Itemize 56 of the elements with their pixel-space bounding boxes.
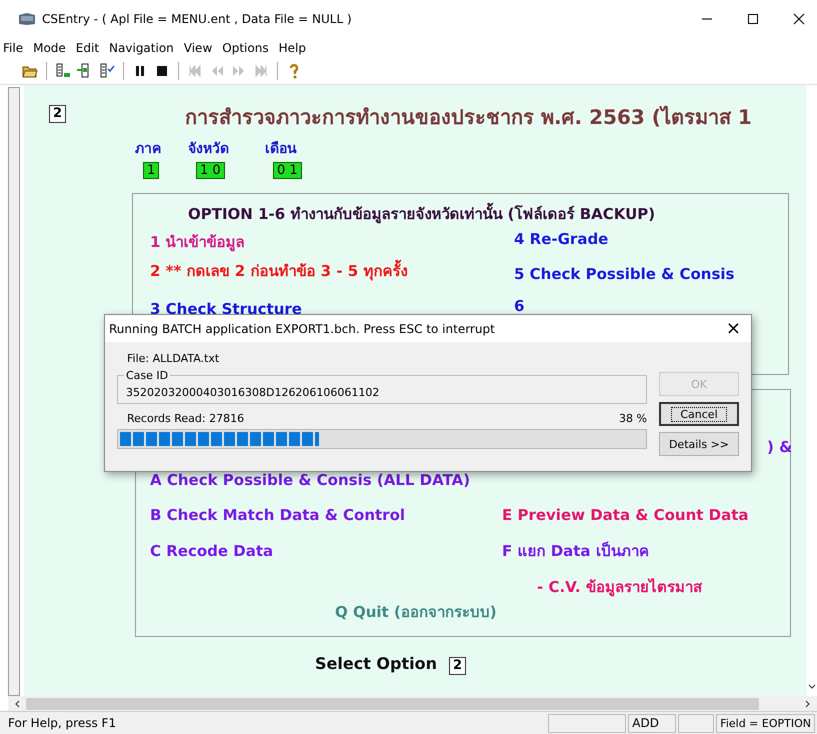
menu-item[interactable]: Mode	[33, 41, 66, 55]
menu-option: 3 Check Structure	[150, 300, 302, 318]
percent-text: 38 %	[619, 412, 647, 425]
menu-option: Q Quit (ออกจากระบบ)	[335, 600, 497, 624]
app-icon	[18, 12, 36, 26]
panel-heading: OPTION 1-6 ทำงานกับข้อมูลรายจังหวัดเท่านั้น (โฟล์เดอร์ BACKUP)	[188, 202, 656, 226]
menu-option: 4 Re-Grade	[514, 230, 608, 248]
input-field[interactable]: 1	[143, 162, 160, 179]
node-icon[interactable]	[55, 63, 71, 79]
menu-item[interactable]: Edit	[76, 41, 100, 55]
menu-option: 2 ** กดเลข 2 ก่อนทำข้อ 3 - 5 ทุกครั้ง	[150, 259, 408, 283]
field-label: Select Option	[315, 654, 437, 673]
menu-option: A Check Possible & Consis (ALL DATA)	[150, 471, 470, 489]
records-count: Records Read: 27816	[127, 412, 244, 425]
dialog-button[interactable]: Details >>	[659, 432, 739, 456]
close-icon[interactable]	[793, 13, 805, 25]
input-field[interactable]: 2	[449, 657, 466, 675]
menu-item[interactable]: View	[184, 41, 212, 55]
scroll-down-icon[interactable]	[808, 684, 816, 690]
stop-icon[interactable]	[154, 63, 170, 79]
menu-option: F แยก Data เป็นภาค	[502, 539, 649, 563]
menu-item[interactable]: Navigation	[109, 41, 174, 55]
menu-option: 6	[514, 297, 524, 315]
menu-option: - C.V. ข้อมูลรายไตรมาส	[537, 575, 702, 599]
status-panel: ADD	[628, 714, 676, 732]
menu-option: C Recode Data	[150, 542, 274, 560]
scrollbar[interactable]	[8, 696, 817, 711]
scroll-left-icon[interactable]	[14, 700, 20, 708]
status-text: For Help, press F1	[7, 716, 118, 730]
menu-option: ) &	[767, 438, 792, 456]
menu-option: E Preview Data & Count Data	[502, 506, 749, 524]
field-label: เดือน	[265, 140, 297, 159]
dialog-title: Running BATCH application EXPORT1.bch. Press ESC to interrupt	[109, 322, 495, 336]
window-title: CSEntry - ( Apl File = MENU.ent , Data File = NULL )	[42, 12, 353, 26]
file-label: File: ALLDATA.txt	[126, 352, 220, 365]
field-label: ภาค	[135, 140, 161, 159]
node-icon[interactable]	[99, 63, 115, 79]
scroll-right-icon[interactable]	[805, 700, 811, 708]
menu-option: 1 นำเข้าข้อมูล	[150, 230, 245, 254]
status-panel	[678, 714, 714, 732]
group-label: Case ID	[124, 369, 170, 382]
input-field[interactable]: 1 0	[196, 162, 225, 179]
menu-item[interactable]: File	[3, 41, 24, 55]
menu-option: B Check Match Data & Control	[150, 506, 406, 524]
maximize-icon[interactable]	[747, 13, 759, 25]
menu-item[interactable]: Options	[222, 41, 269, 55]
close-button[interactable]: ×	[720, 318, 747, 339]
menu-item[interactable]: Help	[278, 41, 306, 55]
menu-option: 5 Check Possible & Consis	[514, 265, 734, 283]
field-label: จังหวัด	[188, 140, 229, 159]
input-field[interactable]: 0 1	[273, 162, 302, 179]
input-field[interactable]: 2	[49, 105, 66, 123]
form-title: การสำรวจภาวะการทำงานของประชากร พ.ศ. 2563 (ไตรมาส 1	[185, 104, 752, 131]
status-panel: Field = EOPTION	[716, 714, 815, 732]
dialog-button[interactable]: Cancel	[659, 402, 739, 426]
case-id-text: 35202032000403016308D126206106061102	[126, 386, 380, 399]
